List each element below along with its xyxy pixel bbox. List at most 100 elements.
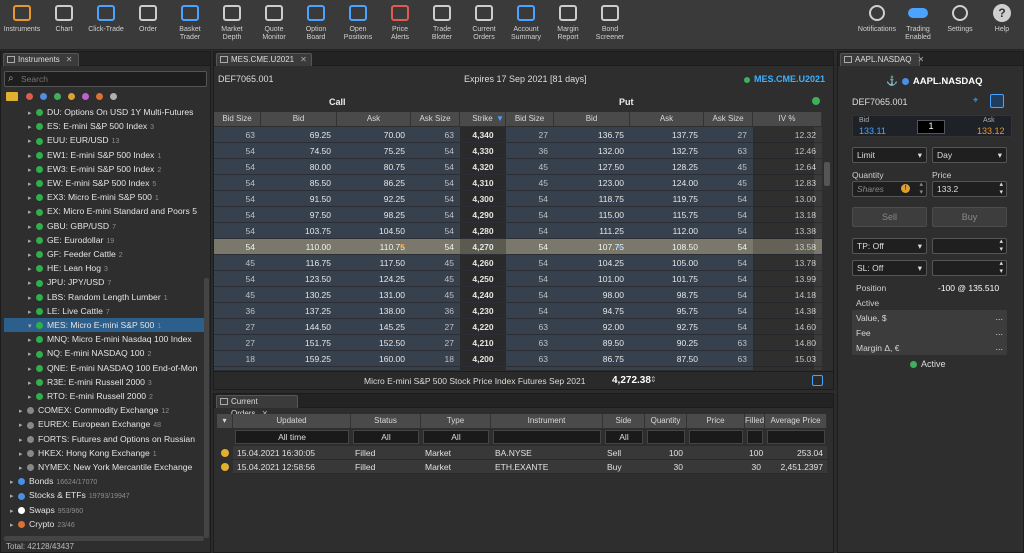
grid-cell[interactable]: 54: [411, 223, 460, 239]
center-strike-icon[interactable]: [812, 375, 823, 386]
search-field[interactable]: ⌕: [4, 71, 207, 87]
folder-icon[interactable]: [6, 92, 18, 101]
grid-cell[interactable]: 54: [214, 175, 261, 191]
grid-cell[interactable]: 74.50: [261, 143, 337, 159]
grid-cell[interactable]: 98.25: [337, 207, 411, 223]
grid-cell[interactable]: 123.00: [554, 175, 630, 191]
tree-item[interactable]: ▸ Stocks & ETFs 19793/19947: [4, 488, 207, 502]
orders-cell[interactable]: Buy: [603, 460, 645, 474]
orders-cell[interactable]: 15.04.2021 16:30:05: [233, 446, 351, 460]
grid-cell[interactable]: 137.75: [630, 127, 704, 143]
tree-item[interactable]: ▸ MNQ: Micro E-mini Nasdaq 100 Index: [4, 332, 207, 346]
tree-expand-icon[interactable]: ▸: [28, 121, 36, 133]
orders-cell[interactable]: 253.04: [765, 446, 827, 460]
orders-cell[interactable]: [687, 460, 745, 474]
grid-cell[interactable]: 63: [506, 319, 554, 335]
color-filter-dot[interactable]: [26, 93, 33, 100]
tree-item[interactable]: ▸ DU: Options On USD 1Y Multi-Futures: [4, 105, 207, 119]
instruments-tab[interactable]: Instruments ✕: [3, 53, 79, 66]
tree-expand-icon[interactable]: ▸: [28, 235, 36, 247]
grid-cell[interactable]: 85.50: [261, 175, 337, 191]
tree-item[interactable]: ▸ GBU: GBP/USD 7: [4, 219, 207, 233]
grid-cell[interactable]: 90.25: [630, 335, 704, 351]
orders-filter[interactable]: [767, 430, 825, 444]
grid-cell[interactable]: 92.25: [337, 191, 411, 207]
tree-item[interactable]: ▸ LBS: Random Length Lumber 1: [4, 290, 207, 304]
grid-cell[interactable]: 136.75: [554, 127, 630, 143]
tree-expand-icon[interactable]: ▸: [28, 391, 36, 403]
grid-cell[interactable]: 103.75: [261, 223, 337, 239]
tree-scrollbar[interactable]: [204, 278, 209, 538]
grid-cell[interactable]: 151.75: [261, 335, 337, 351]
grid-cell[interactable]: 95.75: [630, 303, 704, 319]
color-filter-dot[interactable]: [54, 93, 61, 100]
tree-item[interactable]: ▸ QNE: E-mini NASDAQ 100 End-of-Mon: [4, 361, 207, 375]
tree-expand-icon[interactable]: ▸: [28, 150, 36, 162]
grid-cell[interactable]: 54: [506, 191, 554, 207]
stepper-icon[interactable]: ▴ ▾: [999, 181, 1003, 197]
tree-item[interactable]: ▸ EW3: E-mini S&P 500 Index 2: [4, 162, 207, 176]
tree-expand-icon[interactable]: ▸: [28, 178, 36, 190]
grid-cell[interactable]: 54: [214, 143, 261, 159]
grid-cell[interactable]: 18: [411, 351, 460, 367]
order-type-select[interactable]: Limit ▾: [852, 147, 927, 163]
tree-item[interactable]: ▸ HE: Lean Hog 3: [4, 261, 207, 275]
orders-filter[interactable]: [747, 430, 763, 444]
grid-cell[interactable]: 160.00: [337, 351, 411, 367]
toolbar-order-button[interactable]: Order: [126, 2, 170, 48]
grid-cell[interactable]: 54: [214, 271, 261, 287]
tree-expand-icon[interactable]: ▸: [28, 306, 36, 318]
grid-cell[interactable]: 123.50: [261, 271, 337, 287]
toolbar-basket-button[interactable]: Basket Trader: [168, 2, 212, 48]
filter-icon[interactable]: ▼: [496, 114, 504, 123]
orders-filter[interactable]: [689, 430, 743, 444]
color-filter-dot[interactable]: [68, 93, 75, 100]
grid-cell[interactable]: 54: [411, 207, 460, 223]
grid-cell[interactable]: 127.50: [554, 159, 630, 175]
grid-cell[interactable]: 63: [411, 127, 460, 143]
grid-cell[interactable]: 54: [506, 207, 554, 223]
grid-header[interactable]: Ask: [337, 112, 411, 126]
search-input[interactable]: [21, 73, 201, 85]
grid-cell[interactable]: 54: [506, 239, 554, 255]
orders-filter[interactable]: All time: [235, 430, 349, 444]
grid-cell[interactable]: 131.00: [337, 287, 411, 303]
duration-select[interactable]: Day ▾: [932, 147, 1007, 163]
tree-item[interactable]: ▸ ES: E-mini S&P 500 Index 3: [4, 119, 207, 133]
toolbar-market-depth-button[interactable]: Market Depth: [210, 2, 254, 48]
color-filter-dot[interactable]: [40, 93, 47, 100]
tree-expand-icon[interactable]: ▸: [19, 462, 27, 474]
tree-item[interactable]: ▸ RTO: E-mini Russell 2000 2: [4, 389, 207, 403]
sort-column-icon[interactable]: ▾: [217, 414, 233, 428]
tree-item[interactable]: ▾ MES: Micro E-mini S&P 500 1: [4, 318, 207, 333]
orders-cell[interactable]: Filled: [351, 460, 421, 474]
sl-price-input[interactable]: ▴ ▾: [932, 260, 1007, 276]
grid-cell[interactable]: 54: [506, 255, 554, 271]
sell-button[interactable]: Sell: [852, 207, 927, 227]
grid-cell[interactable]: 112.00: [630, 223, 704, 239]
toolbar-account-summary-button[interactable]: Account Summary: [504, 2, 548, 48]
orders-cell[interactable]: Filled: [351, 446, 421, 460]
grid-cell[interactable]: 98.75: [630, 287, 704, 303]
orders-header[interactable]: Type: [421, 414, 491, 428]
grid-cell[interactable]: 54: [506, 223, 554, 239]
grid-cell[interactable]: 104.25: [554, 255, 630, 271]
grid-header[interactable]: IV %: [753, 112, 822, 126]
board-tab[interactable]: MES.CME.U2021 ✕: [216, 53, 312, 66]
orders-header[interactable]: Quantity: [645, 414, 687, 428]
tree-expand-icon[interactable]: ▸: [19, 448, 27, 460]
tree-item[interactable]: ▸ JPU: JPY/USD 7: [4, 275, 207, 289]
grid-cell[interactable]: 54: [411, 143, 460, 159]
margin-more[interactable]: ...: [995, 342, 1003, 352]
orders-tab[interactable]: Current Orders✕: [216, 395, 298, 418]
tree-item[interactable]: ▸ NYMEX: New York Mercantile Exchange: [4, 460, 207, 474]
orders-header[interactable]: Status: [351, 414, 421, 428]
orders-filter[interactable]: [493, 430, 601, 444]
grid-cell[interactable]: 132.00: [554, 143, 630, 159]
link-icon[interactable]: [990, 94, 1004, 108]
toolbar-margin-report-button[interactable]: Margin Report: [546, 2, 590, 48]
tree-item[interactable]: ▸ COMEX: Commodity Exchange 12: [4, 403, 207, 417]
grid-cell[interactable]: [506, 367, 554, 370]
grid-cell[interactable]: 128.25: [630, 159, 704, 175]
grid-cell[interactable]: 54: [506, 271, 554, 287]
